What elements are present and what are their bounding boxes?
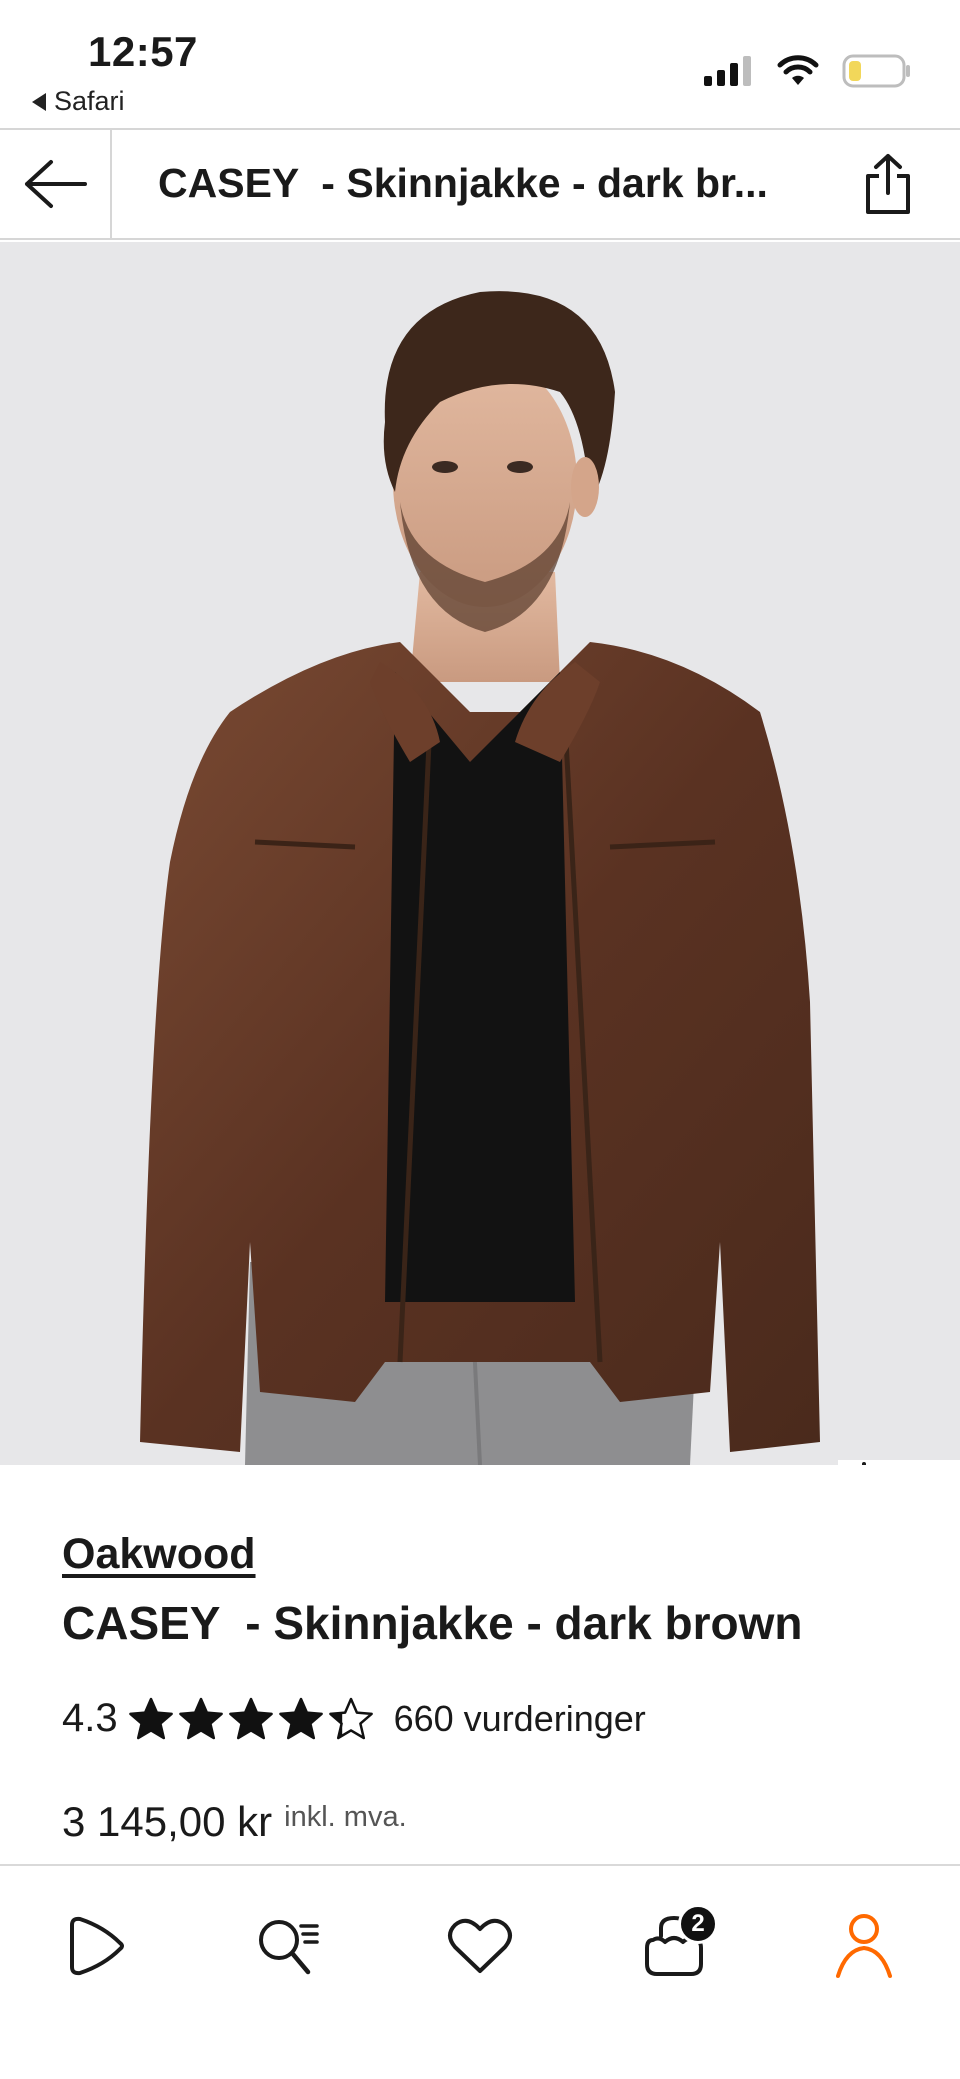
signal-icon <box>704 56 751 86</box>
status-icons <box>704 54 912 88</box>
product-page: 12:57 Safari CASEY - Skinnjakke - dark b… <box>0 0 960 2079</box>
rating-value: 4.3 <box>62 1696 118 1740</box>
arrow-left-icon <box>25 160 87 208</box>
tab-wishlist[interactable] <box>430 1896 530 1996</box>
review-count: 660 vurderinger <box>393 1697 646 1739</box>
vat-note: inkl. mva. <box>284 1801 407 1833</box>
star-full-icon <box>278 1697 323 1739</box>
page-title: CASEY - Skinnjakke - dark br... <box>158 160 768 206</box>
wifi-icon <box>777 55 819 85</box>
back-button[interactable] <box>0 130 112 238</box>
star-partial-icon <box>328 1697 373 1739</box>
share-button[interactable] <box>856 150 920 218</box>
heart-icon <box>448 1918 512 1973</box>
star-full-icon <box>228 1697 273 1739</box>
cart-count-badge: 2 <box>678 1904 718 1944</box>
navigation-header: CASEY - Skinnjakke - dark br... <box>0 128 960 240</box>
battery-icon <box>842 54 910 88</box>
bottom-tab-bar: 2 <box>0 1864 960 2079</box>
person-icon <box>836 1914 892 1978</box>
jacket-model-photo <box>140 291 820 1465</box>
tab-profile[interactable] <box>814 1896 914 1996</box>
tab-search[interactable] <box>238 1896 338 1996</box>
price-row: 3 145,00 kr inkl. mva. <box>62 1798 407 1846</box>
brand-link[interactable]: Oakwood <box>62 1530 256 1579</box>
bell-icon <box>862 1462 866 1465</box>
star-full-icon <box>128 1697 173 1739</box>
rating-stars <box>128 1697 374 1741</box>
back-app-label: Safari <box>54 86 125 116</box>
rating-row[interactable]: 4.3 660 vurderinger <box>62 1696 646 1741</box>
product-name: CASEY - Skinnjakke - dark brown <box>62 1597 803 1649</box>
status-bar: 12:57 Safari <box>0 0 960 128</box>
star-full-icon <box>178 1697 223 1739</box>
tab-cart[interactable]: 2 <box>624 1896 724 1996</box>
back-to-app-link[interactable]: Safari <box>32 86 125 117</box>
price: 3 145,00 kr <box>62 1798 273 1845</box>
tab-home[interactable] <box>46 1896 146 1996</box>
product-image[interactable] <box>0 242 960 1465</box>
play-home-icon <box>70 1916 124 1976</box>
image-action-panel <box>838 1460 960 1465</box>
back-triangle-icon <box>32 92 46 111</box>
status-time: 12:57 <box>88 28 198 75</box>
search-list-icon <box>259 1920 319 1975</box>
share-icon <box>866 154 910 214</box>
notify-button[interactable] <box>838 1460 960 1465</box>
